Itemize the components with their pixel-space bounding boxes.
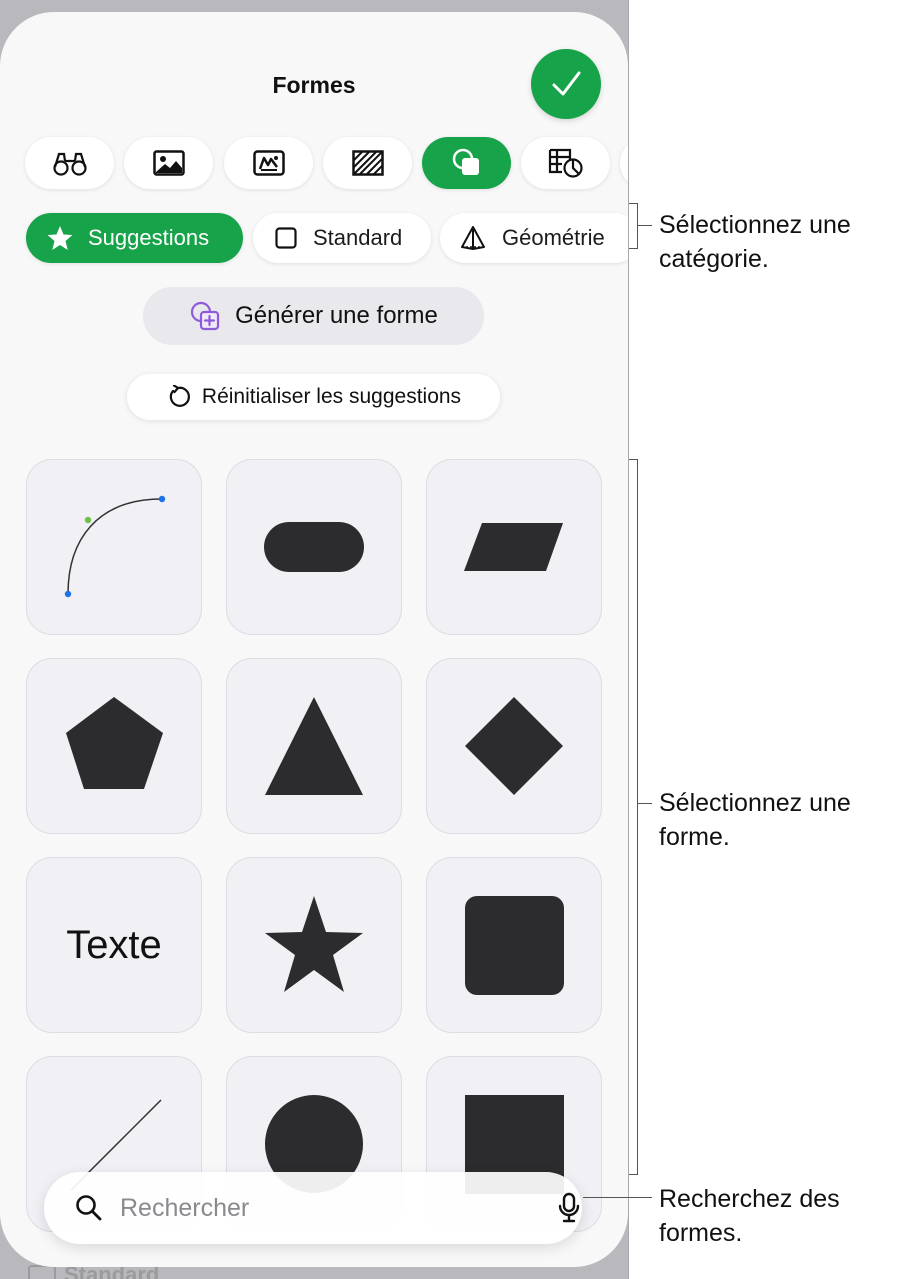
generate-shape-label: Générer une forme [235,302,438,329]
text-shape-label: Texte [66,922,162,967]
shape-curve[interactable] [26,459,202,635]
shapes-icon [452,148,479,175]
checkmark-icon [552,71,581,96]
reset-suggestions-button[interactable]: Réinitialiser les suggestions [127,374,500,420]
tab-search[interactable] [25,137,114,189]
parallelogram-shape [464,523,563,571]
pentagon-shape [66,697,163,789]
tab-stickers[interactable] [224,137,313,189]
device-frame: Standard Formes Suggestions Standard Géo… [0,0,629,1279]
category-label: Géométrie [502,225,605,250]
shape-text[interactable]: Texte [26,857,202,1033]
image-icon [152,150,185,176]
tab-media[interactable] [124,137,213,189]
sticker-icon [252,150,285,176]
shape-star[interactable] [226,857,402,1033]
shape-rounded-square[interactable] [426,857,602,1033]
category-bar: Suggestions Standard Géométrie [0,213,628,265]
shape-callout-line [638,803,652,804]
category-callout-line [638,225,652,226]
triangle-shape [265,697,363,795]
shape-pentagon[interactable] [26,658,202,834]
category-label: Suggestions [88,225,210,250]
generate-shape-icon [191,301,220,331]
search-bar[interactable] [44,1172,582,1244]
generate-shape-button[interactable]: Générer une forme [143,287,484,345]
category-callout: Sélectionnez une catégorie. [659,211,851,273]
insert-tab-bar [0,137,628,191]
category-suggestions[interactable]: Suggestions [26,213,243,263]
microphone-icon[interactable] [558,1192,580,1224]
pattern-icon [351,150,384,176]
shape-callout-bracket [629,459,638,1175]
star-shape [265,896,363,992]
done-button[interactable] [531,49,601,119]
tab-more[interactable] [620,137,628,189]
diamond-shape [465,697,563,795]
reset-icon [169,385,190,407]
search-icon [76,1195,102,1221]
shape-diamond[interactable] [426,658,602,834]
search-callout-line [583,1197,652,1198]
shape-parallelogram[interactable] [426,459,602,635]
tab-tables-charts[interactable] [521,137,610,189]
rounded-square-shape [465,896,564,995]
category-callout-bracket [629,203,638,249]
square-icon [275,227,297,249]
star-icon [47,226,73,250]
shape-rounded-rectangle[interactable] [226,459,402,635]
shape-triangle[interactable] [226,658,402,834]
category-geometrie[interactable]: Géométrie [440,213,628,263]
category-standard[interactable]: Standard [253,213,431,263]
search-input[interactable] [118,1192,502,1224]
binoculars-icon [52,152,87,176]
shape-callout: Sélectionnez une forme. [659,789,851,851]
pyramid-icon [461,226,485,250]
curve-shape [64,495,166,598]
tab-fill-pattern[interactable] [323,137,412,189]
reset-suggestions-label: Réinitialiser les suggestions [201,385,462,408]
shapes-sheet: Formes Suggestions Standard Géométrie Gé… [0,12,628,1267]
tab-shapes[interactable] [422,137,511,189]
shapes-grid: Texte [0,452,628,1252]
table-chart-icon [548,148,583,178]
rounded-rectangle-shape [264,522,364,572]
search-callout: Recherchez des formes. [659,1185,840,1247]
category-label: Standard [313,225,403,250]
